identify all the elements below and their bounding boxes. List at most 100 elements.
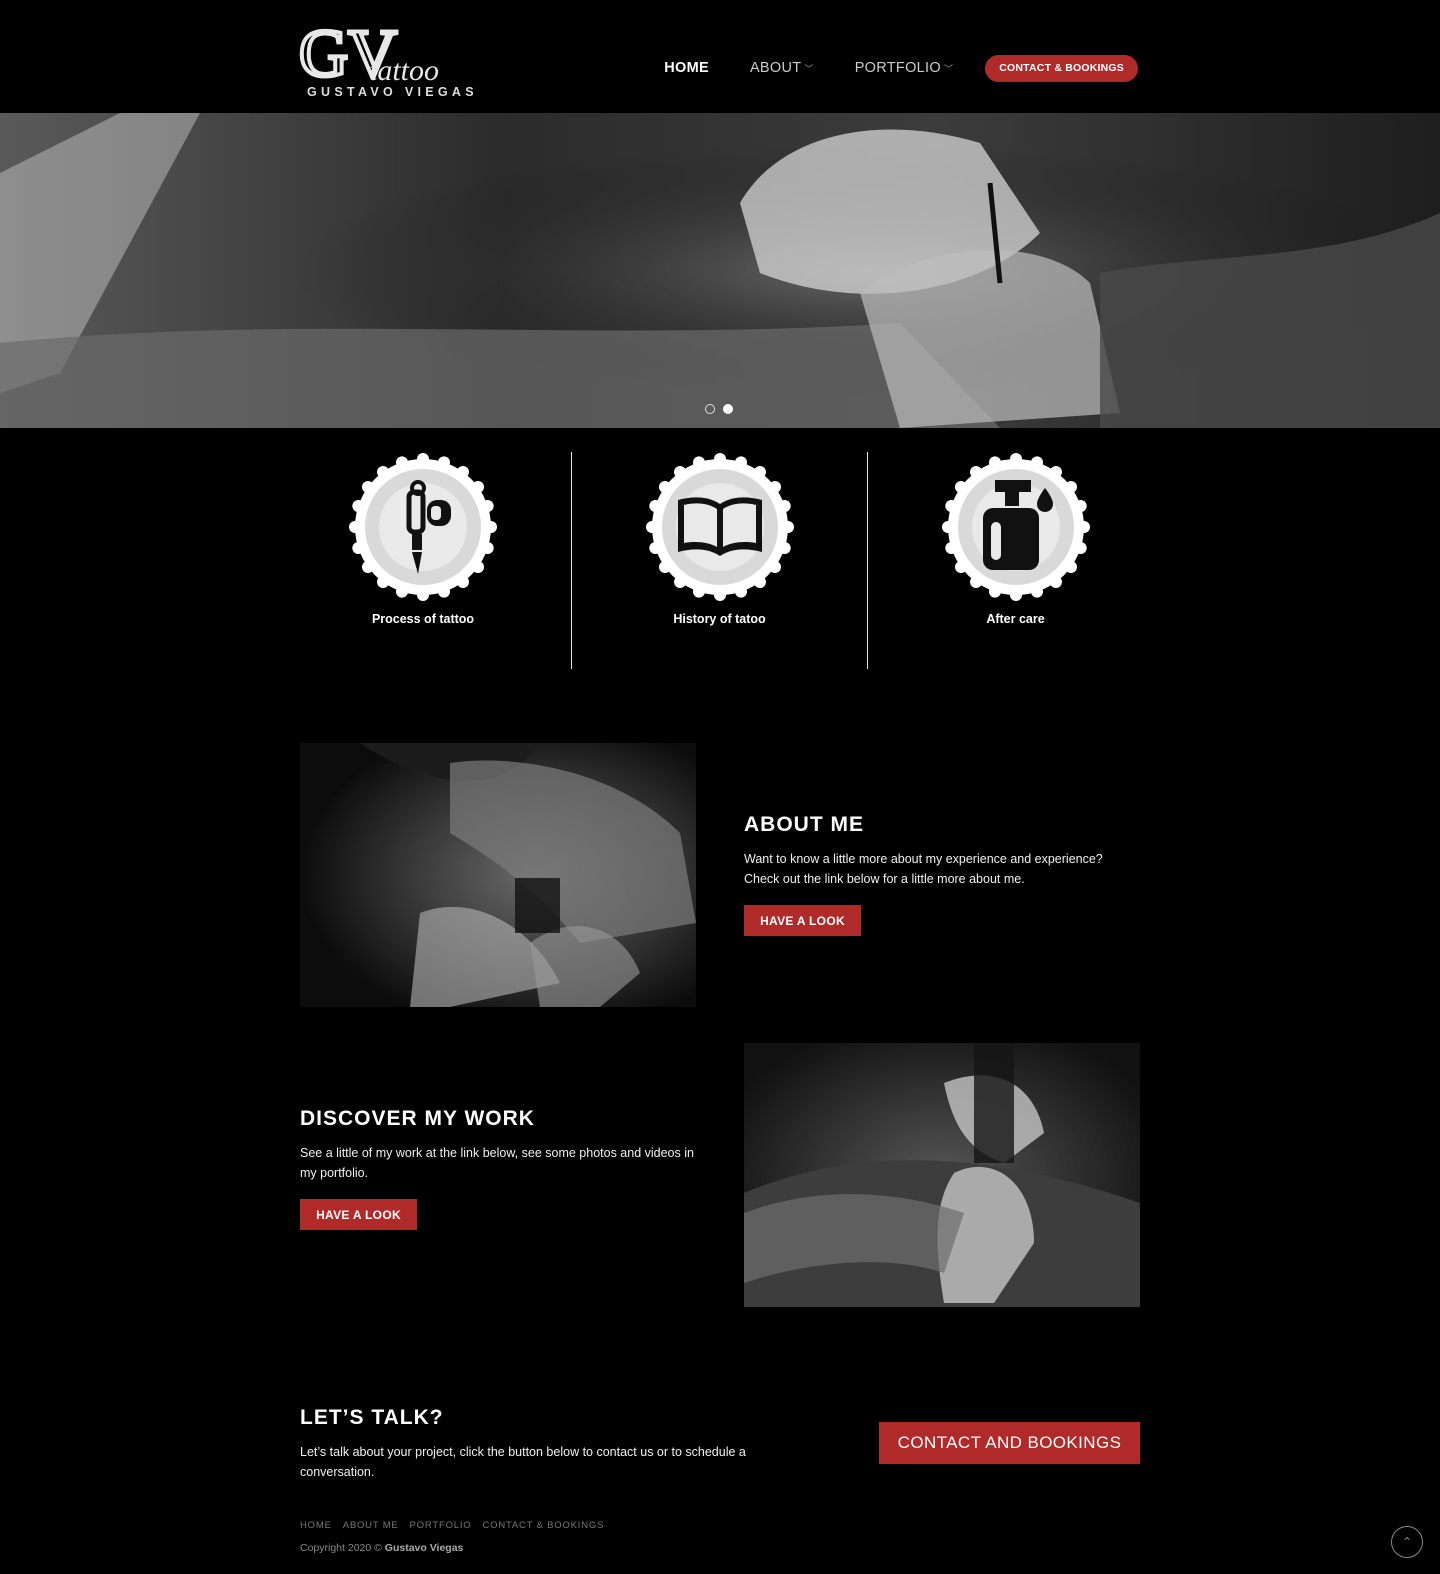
footer-link-about[interactable]: ABOUT ME	[343, 1520, 399, 1531]
gear-tooth	[377, 576, 390, 589]
gear-tooth	[692, 585, 705, 598]
chevron-up-icon: ⌃	[1401, 1535, 1413, 1549]
gear-tooth	[438, 456, 451, 469]
gear-tooth	[485, 521, 497, 533]
footer-link-home[interactable]: HOME	[300, 1520, 332, 1531]
footer-nav: HOME ABOUT ME PORTFOLIO CONTACT & BOOKIN…	[300, 1520, 604, 1531]
gear-tooth	[954, 560, 967, 573]
gear-tooth	[1074, 499, 1087, 512]
gear-tooth	[753, 465, 766, 478]
gear-tooth	[673, 576, 686, 589]
nav-portfolio[interactable]: PORTFOLIO ﹀	[855, 60, 954, 76]
gear-tooth	[1030, 456, 1043, 469]
nav-home-label: HOME	[664, 60, 709, 76]
gear-tooth	[417, 453, 429, 465]
gear-tooth	[713, 589, 726, 601]
gear-tooth	[1030, 585, 1043, 598]
gear-tooth	[349, 521, 361, 533]
gear-tooth	[941, 521, 954, 533]
gear-tooth	[658, 560, 671, 573]
gear-tooth	[352, 542, 365, 555]
about-text: Want to know a little more about my expe…	[744, 852, 1103, 886]
gear-tooth	[673, 465, 686, 478]
gear-tooth	[1064, 481, 1077, 494]
tattoo-machine-icon	[349, 453, 497, 601]
gear-tooth	[1009, 453, 1022, 465]
gear-tooth	[1049, 576, 1062, 589]
feature-aftercare[interactable]: After care	[867, 452, 1163, 669]
footer-link-portfolio[interactable]: PORTFOLIO	[410, 1520, 472, 1531]
back-to-top-button[interactable]: ⌃	[1391, 1526, 1423, 1558]
gear-tooth	[988, 456, 1001, 469]
feature-history[interactable]: History of tatoo	[571, 452, 867, 669]
open-book-icon	[645, 453, 794, 601]
gear-tooth	[692, 456, 705, 469]
gear-tooth	[778, 499, 791, 512]
gear-tooth	[1009, 589, 1022, 601]
work-title: DISCOVER MY WORK	[300, 1107, 535, 1130]
gear-tooth	[648, 499, 661, 512]
gear-tooth	[768, 481, 781, 494]
footer-link-contact[interactable]: CONTACT & BOOKINGS	[482, 1520, 604, 1531]
gear-tooth	[753, 576, 766, 589]
nav-about[interactable]: ABOUT ﹀	[750, 60, 814, 76]
about-title: ABOUT ME	[744, 813, 864, 836]
gear-tooth	[768, 560, 781, 573]
gear-tooth	[944, 499, 957, 512]
gear-tooth	[988, 585, 1001, 598]
feature-process[interactable]: Process of tattoo	[275, 452, 571, 669]
gear-tooth	[456, 465, 469, 478]
gear-tooth	[438, 585, 451, 598]
logo-script: tattoo	[369, 54, 439, 87]
gear-tooth	[481, 542, 494, 555]
gear-tooth	[481, 499, 494, 512]
feature-history-label: History of tatoo	[673, 612, 766, 626]
gear-tooth	[969, 576, 982, 589]
gear-tooth	[648, 542, 661, 555]
nav-about-label: ABOUT	[749, 60, 802, 76]
about-have-a-look-button[interactable]: HAVE A LOOK	[744, 905, 861, 936]
hero-slider[interactable]	[0, 113, 1440, 428]
logo-subtitle: GUSTAVO VIEGAS	[307, 85, 478, 99]
gear-tooth	[645, 521, 658, 533]
spray-bottle-icon	[941, 453, 1090, 601]
talk-text: Let’s talk about your project, click the…	[300, 1445, 746, 1479]
gear-tooth	[969, 465, 982, 478]
gear-tooth	[778, 542, 791, 555]
gear-tooth	[361, 481, 374, 494]
gear-tooth	[713, 453, 726, 465]
main-nav: HOME ABOUT ﹀ PORTFOLIO ﹀ CONTACT & BOOKI…	[623, 54, 1138, 82]
copyright: Copyright 2020 © Gustavo Viegas	[300, 1542, 463, 1554]
work-have-a-look-button[interactable]: HAVE A LOOK	[300, 1199, 417, 1230]
contact-bookings-button[interactable]: CONTACT & BOOKINGS	[985, 54, 1138, 82]
slider-dots	[705, 404, 733, 414]
copyright-prefix: Copyright 2020 ©	[300, 1542, 382, 1554]
site-header: GV tattoo GUSTAVO VIEGAS HOME ABOUT ﹀ PO…	[0, 0, 1440, 113]
gear-tooth	[781, 521, 794, 533]
gear-tooth	[361, 560, 374, 573]
contact-and-bookings-button[interactable]: CONTACT AND BOOKINGS	[879, 1422, 1140, 1464]
gear-tooth	[472, 481, 485, 494]
work-photo	[744, 1043, 1140, 1307]
chevron-down-icon: ﹀	[804, 63, 814, 74]
slider-dot-1[interactable]	[705, 404, 715, 414]
gear-tooth	[734, 585, 747, 598]
gear-tooth	[472, 560, 485, 573]
nav-home[interactable]: HOME	[664, 60, 709, 76]
gear-tooth	[734, 456, 747, 469]
copyright-name: Gustavo Viegas	[384, 1542, 464, 1554]
work-text: See a little of my work at the link belo…	[300, 1146, 694, 1180]
nav-portfolio-label: PORTFOLIO	[854, 60, 941, 76]
site-logo[interactable]: GV tattoo GUSTAVO VIEGAS	[299, 14, 474, 100]
talk-title: LET’S TALK?	[300, 1406, 444, 1429]
gear-tooth	[456, 576, 469, 589]
feature-aftercare-label: After care	[986, 612, 1045, 626]
gear-tooth	[417, 589, 429, 601]
feature-process-label: Process of tattoo	[371, 612, 475, 626]
gear-tooth	[395, 456, 408, 469]
feature-boxes: Process of tattoo History of tatoo After…	[275, 452, 1165, 669]
hero-image	[0, 113, 1440, 428]
gear-tooth	[352, 499, 365, 512]
slider-dot-2[interactable]	[723, 404, 733, 414]
gear-tooth	[944, 542, 957, 555]
